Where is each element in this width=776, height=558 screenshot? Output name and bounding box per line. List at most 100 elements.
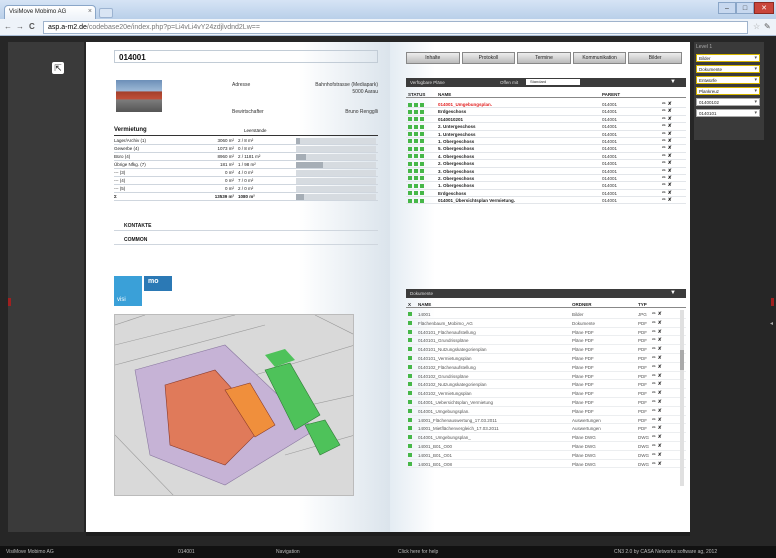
col-name[interactable]: NAME [438,92,451,97]
maximize-button[interactable]: □ [736,2,754,14]
document-row[interactable]: 14001 Bilder JPG ✏ ✘ [406,310,686,319]
document-row[interactable]: 14001_B01_O01 Pläne DWG DWG ✏ ✘ [406,451,686,460]
status-navigation[interactable]: Navigation [276,549,300,555]
edit-delete-icons[interactable]: ✏ ✘ [662,168,672,174]
document-row[interactable]: 0140102_Vermietungsplan Pläne PDF PDF ✏ ✘ [406,389,686,398]
col-typ[interactable]: TYP [638,302,647,307]
col-parent[interactable]: PARENT [602,92,620,97]
edit-delete-icons[interactable]: ✏ ✘ [652,381,662,387]
edit-delete-icons[interactable]: ✏ ✘ [652,373,662,379]
edit-delete-icons[interactable]: ✏ ✘ [652,452,662,458]
level-select[interactable]: 0140101 ▾ [696,109,760,117]
edit-delete-icons[interactable]: ✏ ✘ [662,145,672,151]
document-row[interactable]: 0140102_Nutzungskategorienplan Pläne PDF P… [406,380,686,390]
edit-delete-icons[interactable]: ✏ ✘ [652,461,662,467]
plan-row[interactable]: 3. Obergeschoss 014001 ✏ ✘ [406,168,686,175]
plan-row[interactable]: 1. Obergeschoss 014001 ✏ ✘ [406,182,686,190]
plan-row[interactable]: 2. Untergeschoss 014001 ✏ ✘ [406,123,686,131]
minimize-button[interactable]: – [718,2,736,14]
edit-delete-icons[interactable]: ✏ ✘ [662,182,672,188]
edit-delete-icons[interactable]: ✏ ✘ [662,138,672,144]
edit-delete-icons[interactable]: ✏ ✘ [662,153,672,159]
edit-delete-icons[interactable]: ✏ ✘ [652,364,662,370]
plan-row[interactable]: 2. Obergeschoss 014001 ✏ ✘ [406,160,686,168]
toolbar-button[interactable]: Kommunikation [572,52,627,64]
edit-delete-icons[interactable]: ✏ ✘ [652,337,662,343]
edit-delete-icons[interactable]: ✏ ✘ [662,197,672,203]
document-row[interactable]: 0140101_Nutzungskategorienplan Pläne PDF P… [406,345,686,354]
document-row[interactable]: 0140101_Vermietungsplan Pläne PDF PDF ✏ ✘ [406,354,686,363]
edit-delete-icons[interactable]: ✏ ✘ [652,443,662,449]
col-x[interactable]: X [408,302,411,307]
plan-row[interactable]: 5. Obergeschoss 014001 ✏ ✘ [406,145,686,153]
edit-delete-icons[interactable]: ✏ ✘ [662,108,672,114]
forward-icon[interactable]: → [16,22,24,31]
edit-delete-icons[interactable]: ✏ ✘ [652,399,662,405]
plan-row[interactable]: Erdgeschoss 014001 ✏ ✘ [406,108,686,116]
toolbar-button[interactable]: Protokoll [461,52,516,64]
edit-delete-icons[interactable]: ✏ ✘ [652,425,662,431]
edit-delete-icons[interactable]: ✏ ✘ [662,123,672,129]
close-window-button[interactable]: ✕ [754,2,774,14]
edit-delete-icons[interactable]: ✏ ✘ [662,160,672,166]
wrench-icon[interactable]: ✎ [764,22,771,31]
col-status[interactable]: STATUS [408,92,425,97]
tab-close-icon[interactable]: × [88,8,92,15]
collapse-right-icon[interactable]: ◂ [770,320,773,327]
document-row[interactable]: 0140101_Grundrisspläne Pläne PDF PDF ✏ ✘ [406,336,686,346]
cursor-icon[interactable]: ⇱ [52,62,64,74]
col-ordner[interactable]: ORDNER [572,302,592,307]
new-tab-button[interactable] [99,8,113,18]
edit-delete-icons[interactable]: ✏ ✘ [652,408,662,414]
scrollbar-thumb[interactable] [680,350,684,370]
toolbar-button[interactable]: Inhalte [406,52,460,64]
edit-delete-icons[interactable]: ✏ ✘ [652,417,662,423]
toolbar-button[interactable]: Termine [517,52,571,64]
reload-icon[interactable]: C [29,22,35,31]
document-row[interactable]: 14001_Mietflächenvergleich_17.03.2011 Aus… [406,424,686,434]
edit-delete-icons[interactable]: ✏ ✘ [662,101,672,107]
document-row[interactable]: 014001_Umgebungsplan_ Pläne DWG DWG ✏ ✘ [406,433,686,442]
document-row[interactable]: 14001_B01_O08 Pläne DWG DWG ✏ ✘ [406,460,686,469]
common-section[interactable]: COMMON [114,234,378,245]
kontakte-section[interactable]: KONTAKTE [114,220,378,231]
edit-delete-icons[interactable]: ✏ ✘ [652,355,662,361]
edit-delete-icons[interactable]: ✏ ✘ [652,311,662,317]
document-row[interactable]: 0140102_Flächenaufstellung Pläne PDF PDF ✏ … [406,363,686,372]
edit-delete-icons[interactable]: ✏ ✘ [662,175,672,181]
edit-delete-icons[interactable]: ✏ ✘ [652,329,662,335]
level-select[interactable]: 01400102 ▾ [696,98,760,106]
plan-row[interactable]: Erdgeschoss 014001 ✏ ✘ [406,190,686,198]
filter-select[interactable]: Standard [526,79,580,85]
plan-row[interactable]: 014001_Umgebungsplan. 014001 ✏ ✘ [406,101,686,109]
document-row[interactable]: 014001_Uebersichtsplan_Vermietung Pläne P… [406,398,686,407]
document-row[interactable]: Flächenbaum_Mobimo_AG Dokumente PDF ✏ ✘ [406,319,686,328]
edit-delete-icons[interactable]: ✏ ✘ [652,390,662,396]
toolbar-button[interactable]: Bilder [628,52,682,64]
document-row[interactable]: 14001_B01_O00 Pläne DWG DWG ✏ ✘ [406,442,686,451]
edit-delete-icons[interactable]: ✏ ✘ [652,434,662,440]
document-row[interactable]: 014001_Umgebungsplan. Pläne PDF PDF ✏ ✘ [406,407,686,416]
edit-delete-icons[interactable]: ✏ ✘ [652,346,662,352]
plan-row[interactable]: 2. Obergeschoss 014001 ✏ ✘ [406,175,686,183]
status-help-link[interactable]: Click here for help [398,549,438,555]
level-select[interactable]: Bilder ▾ [696,54,760,62]
plan-row[interactable]: 1. Obergeschoss 014001 ✏ ✘ [406,138,686,146]
documents-scrollbar[interactable] [680,310,684,486]
back-icon[interactable]: ← [4,22,12,31]
document-row[interactable]: 0140102_Grundrisspläne Pläne PDF PDF ✏ ✘ [406,372,686,381]
bookmark-star-icon[interactable]: ☆ [753,22,760,31]
plan-row[interactable]: 1. Untergeschoss 014001 ✏ ✘ [406,131,686,138]
plan-row[interactable]: 0140010201 014001 ✏ ✘ [406,116,686,124]
plan-row[interactable]: 014001_Übersichtsplan Vermietung. 014001 ✏… [406,197,686,205]
site-plan-image[interactable] [114,314,354,496]
col-doc-name[interactable]: NAME [418,302,431,307]
browser-tab[interactable]: VisiMove Mobimo AG × [4,5,96,19]
edit-delete-icons[interactable]: ✏ ✘ [662,131,672,137]
edit-delete-icons[interactable]: ✏ ✘ [662,116,672,122]
level-select[interactable]: Entwürfe ▾ [696,76,760,84]
docs-dropdown-icon[interactable]: ▼ [670,290,676,296]
url-input[interactable]: asp.a-m2.de/codebase20e/index.php?p=Li4v… [43,21,748,34]
edit-delete-icons[interactable]: ✏ ✘ [662,190,672,196]
level-select[interactable]: Dokumente ▾ [696,65,760,73]
